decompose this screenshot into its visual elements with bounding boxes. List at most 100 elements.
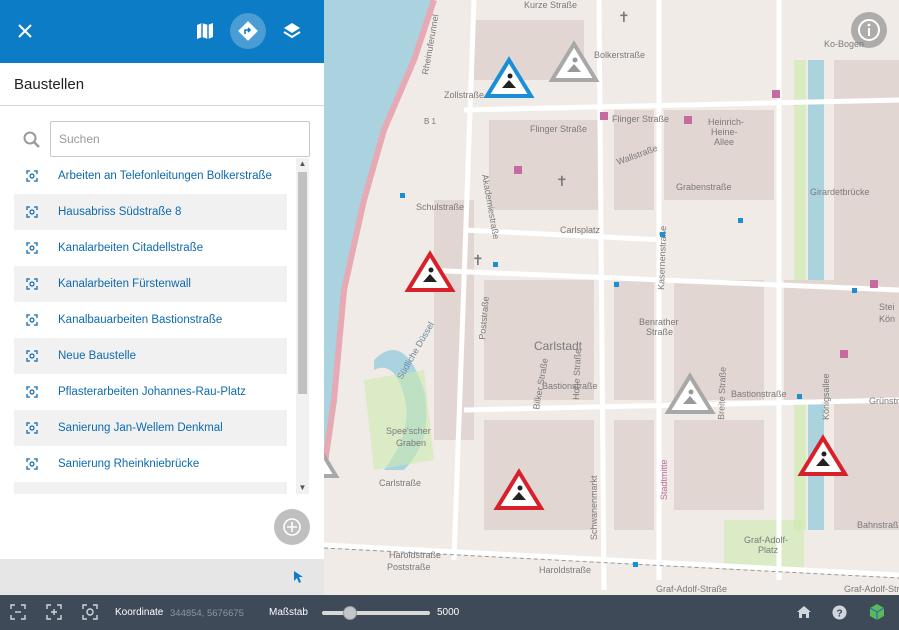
close-button[interactable] <box>7 13 43 49</box>
zoom-in-extent-icon[interactable] <box>46 604 62 620</box>
zoom-to-icon[interactable] <box>26 278 38 290</box>
scale-label: Maßstab <box>269 607 308 618</box>
list-item[interactable]: Sanierung Jan-Wellem Denkmal <box>14 410 287 446</box>
street-label: Bahnstraße <box>857 520 899 530</box>
street-label: Carlsplatz <box>560 225 601 235</box>
zoom-to-icon[interactable] <box>26 386 38 398</box>
list-item[interactable]: Hausabriss Südstraße 8 <box>14 194 287 230</box>
park-area <box>364 370 434 470</box>
map-package-icon[interactable] <box>869 603 885 621</box>
map-canvas[interactable]: Kurze Straße Bolkerstraße Zollstraße Fli… <box>324 0 899 595</box>
directions-icon <box>238 21 258 41</box>
locate-icon[interactable] <box>82 604 98 620</box>
street-label: Stei <box>879 302 895 312</box>
street-label: Bolkerstraße <box>594 50 645 60</box>
street-label: Allee <box>714 137 734 147</box>
church-icon: ✝ <box>618 9 630 25</box>
info-icon <box>858 19 880 41</box>
street-label: Hohe Straße <box>571 349 583 400</box>
zoom-to-icon[interactable] <box>26 206 38 218</box>
map-view[interactable]: Kurze Straße Bolkerstraße Zollstraße Fli… <box>324 0 899 595</box>
directions-button[interactable] <box>230 13 266 49</box>
scale-slider[interactable] <box>322 606 430 620</box>
street-label: Zollstraße <box>444 90 484 100</box>
street-label: Grünstr <box>869 396 899 406</box>
zoom-out-extent-icon[interactable] <box>10 604 26 620</box>
list-item[interactable]: Neue Baustelle <box>14 338 287 374</box>
list-item[interactable]: Sanierung Rheinkniebrücke <box>14 446 287 482</box>
zoom-to-icon[interactable] <box>26 422 38 434</box>
coordinate-label: Koordinate <box>115 607 164 618</box>
construction-list: Arbeiten an Telefonleitungen Bolkerstraß… <box>14 158 287 494</box>
street-label: Graf-Adolf- <box>744 535 788 545</box>
list-item-label[interactable]: Kanalarbeiten Fürstenwall <box>58 278 191 290</box>
church-icon: ✝ <box>556 173 568 189</box>
list-item-label[interactable]: Pflasterarbeiten Johannes-Rau-Platz <box>58 386 246 398</box>
street-label: Haroldstraße <box>539 565 591 575</box>
street-label: Girardetbrücke <box>810 187 870 197</box>
street-label: Königsallee <box>821 373 831 420</box>
street-label: Kön <box>879 314 895 324</box>
zoom-to-icon[interactable] <box>26 350 38 362</box>
map-icon <box>197 23 213 39</box>
route-label: B 1 <box>424 117 437 126</box>
list-item[interactable]: Arbeiten an Telefonleitungen Bolkerstraß… <box>14 158 287 194</box>
list-item-partial[interactable] <box>14 482 287 494</box>
home-icon[interactable] <box>796 605 812 619</box>
sidebar: Baustellen Arbeiten an Telefonleitungen … <box>0 0 324 595</box>
list-item[interactable]: Kanalarbeiten Citadellstraße <box>14 230 287 266</box>
street-label: Graf-Adolf-Straße <box>656 584 727 594</box>
list-item-label[interactable]: Hausabriss Südstraße 8 <box>58 206 181 218</box>
scroll-up-arrow-icon[interactable]: ▲ <box>296 158 309 170</box>
list-item[interactable]: Kanalarbeiten Fürstenwall <box>14 266 287 302</box>
street-label: Breite Straße <box>716 367 728 420</box>
street-label: Graben <box>396 438 426 448</box>
list-item-label[interactable]: Arbeiten an Telefonleitungen Bolkerstraß… <box>58 170 272 182</box>
map-button[interactable] <box>187 13 223 49</box>
street-label: Haroldstraße <box>389 550 441 560</box>
church-icon: ✝ <box>472 252 484 268</box>
zoom-to-icon[interactable] <box>26 242 38 254</box>
sidebar-toolbar <box>0 0 324 63</box>
street-label: Heine- <box>711 127 738 137</box>
street-label: Benrather <box>639 317 679 327</box>
scroll-down-arrow-icon[interactable]: ▼ <box>296 482 309 494</box>
plus-circle-icon <box>283 518 301 536</box>
street-label: Kurze Straße <box>524 0 577 10</box>
list-item-label[interactable]: Kanalarbeiten Citadellstraße <box>58 242 203 254</box>
list-item-label[interactable]: Sanierung Jan-Wellem Denkmal <box>58 422 223 434</box>
app-window: Baustellen Arbeiten an Telefonleitungen … <box>0 0 899 630</box>
list-item-label[interactable]: Sanierung Rheinkniebrücke <box>58 458 199 470</box>
list-item[interactable]: Pflasterarbeiten Johannes-Rau-Platz <box>14 374 287 410</box>
search-icon <box>23 131 40 148</box>
street-label: Carlstraße <box>379 478 421 488</box>
list-item-label[interactable]: Kanalbauarbeiten Bastionstraße <box>58 314 222 326</box>
street-label: Bastionstraße <box>731 389 787 399</box>
search-input[interactable] <box>50 121 310 157</box>
list-scrollbar[interactable]: ▲ ▼ <box>296 158 309 494</box>
scale-slider-knob[interactable] <box>342 606 357 620</box>
panel-title: Baustellen <box>0 63 324 106</box>
add-construction-button[interactable] <box>274 509 310 545</box>
street-label: Heinrich- <box>708 117 744 127</box>
coordinate-value: 344854, 5676675 <box>170 608 244 619</box>
street-label: Flinger Straße <box>530 124 587 134</box>
street-label: Graf-Adolf-Str <box>844 584 899 594</box>
zoom-to-icon[interactable] <box>26 170 38 182</box>
status-bar: Koordinate 344854, 5676675 Maßstab 5000 … <box>0 595 899 630</box>
list-item-label[interactable]: Neue Baustelle <box>58 350 136 362</box>
search-row <box>0 121 324 157</box>
info-button[interactable] <box>851 12 887 48</box>
help-icon[interactable]: ? <box>832 605 847 620</box>
street-label: Schulstraße <box>416 202 464 212</box>
station-label: Stadtmitte <box>659 459 669 500</box>
list-item[interactable]: Kanalbauarbeiten Bastionstraße <box>14 302 287 338</box>
scrollbar-thumb[interactable] <box>298 172 307 394</box>
street-label: Poststraße <box>387 562 431 572</box>
close-icon <box>18 24 32 38</box>
construction-sign-partial[interactable] <box>324 452 340 478</box>
zoom-to-icon[interactable] <box>26 314 38 326</box>
zoom-to-icon[interactable] <box>26 458 38 470</box>
street-label: Platz <box>758 545 779 555</box>
layers-button[interactable] <box>274 13 310 49</box>
